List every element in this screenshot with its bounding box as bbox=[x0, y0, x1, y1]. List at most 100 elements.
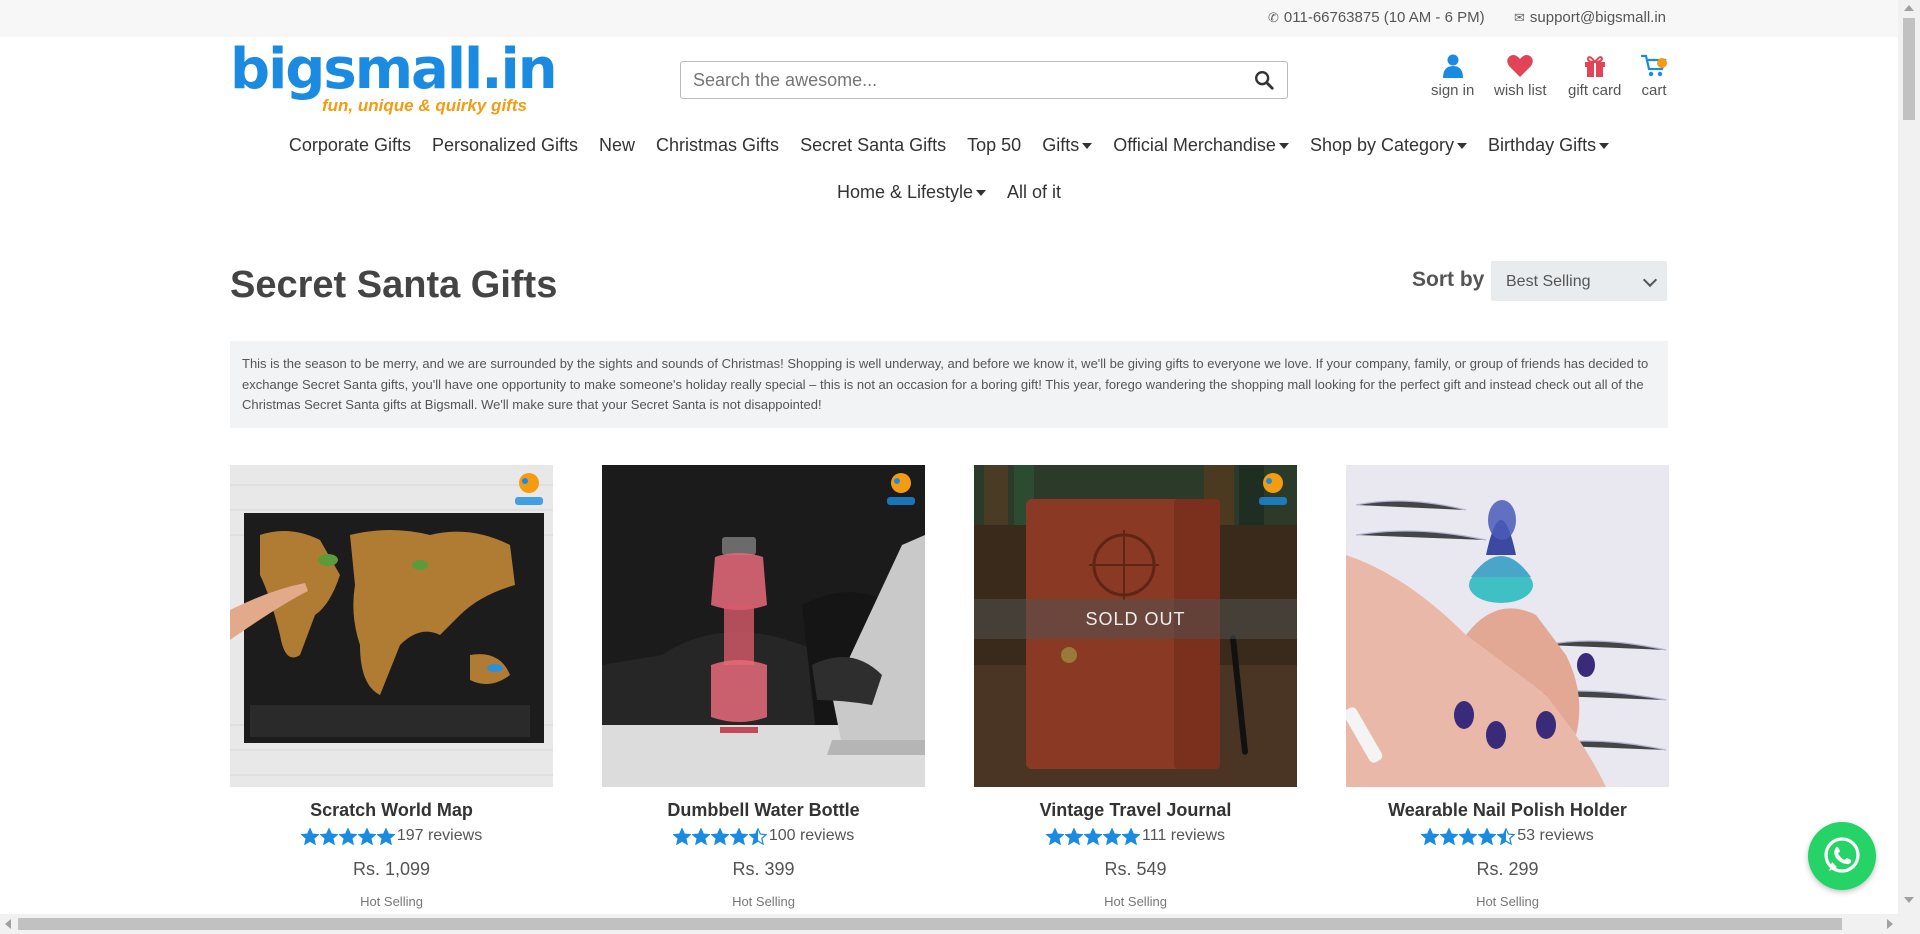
product-rating: 111 reviews bbox=[974, 827, 1297, 845]
review-count[interactable]: 53 reviews bbox=[1517, 827, 1593, 845]
product-price: Rs. 549 bbox=[1104, 859, 1167, 879]
search-icon[interactable] bbox=[1253, 69, 1275, 91]
email-contact[interactable]: ✉ support@bigsmall.in bbox=[1514, 9, 1666, 26]
cart-link[interactable]: cart bbox=[1640, 52, 1668, 99]
whatsapp-icon bbox=[1824, 837, 1860, 873]
nav-secret-santa-gifts[interactable]: Secret Santa Gifts bbox=[800, 135, 946, 156]
hot-selling-label: Hot Selling bbox=[1476, 894, 1539, 909]
sold-out-overlay: SOLD OUT bbox=[974, 599, 1297, 639]
wish-list-link[interactable]: wish list bbox=[1494, 52, 1547, 99]
star-half-icon bbox=[1497, 827, 1516, 845]
logo-wordmark: bigsmall.in bbox=[230, 37, 558, 102]
product-name[interactable]: Vintage Travel Journal bbox=[974, 800, 1297, 821]
brand-badge-icon bbox=[1259, 473, 1287, 505]
product-image[interactable] bbox=[1346, 465, 1669, 787]
product-card[interactable]: SOLD OUT Vintage Travel Journal 111 revi… bbox=[974, 465, 1297, 909]
product-name[interactable]: Wearable Nail Polish Holder bbox=[1346, 800, 1669, 821]
star-full-icon bbox=[1459, 827, 1478, 845]
product-price: Rs. 1,099 bbox=[352, 859, 431, 879]
nav-top-50[interactable]: Top 50 bbox=[967, 135, 1021, 156]
chevron-down-icon bbox=[1642, 272, 1658, 288]
gift-card-label: gift card bbox=[1568, 82, 1622, 99]
product-image[interactable] bbox=[602, 465, 925, 787]
main-nav-row-2: Home & Lifestyle All of it bbox=[0, 182, 1898, 203]
site-logo[interactable]: bigsmall.in fun, unique & quirky gifts bbox=[230, 37, 558, 120]
vertical-scrollbar[interactable] bbox=[1898, 0, 1920, 934]
star-full-icon bbox=[672, 827, 691, 845]
star-full-icon bbox=[1421, 827, 1440, 845]
phone-text: 011-66763875 (10 AM - 6 PM) bbox=[1283, 9, 1485, 26]
star-full-icon bbox=[1065, 827, 1083, 845]
product-card[interactable]: Wearable Nail Polish Holder 53 reviews R… bbox=[1346, 465, 1669, 909]
hot-selling-label: Hot Selling bbox=[360, 894, 423, 909]
nav-gifts[interactable]: Gifts bbox=[1042, 135, 1093, 156]
star-full-icon bbox=[710, 827, 729, 845]
product-rating: 53 reviews bbox=[1346, 827, 1669, 845]
star-rating bbox=[672, 827, 767, 845]
star-full-icon bbox=[1084, 827, 1102, 845]
star-rating bbox=[300, 827, 395, 845]
scroll-up-arrow-icon[interactable] bbox=[1904, 5, 1914, 11]
caret-down-icon bbox=[1457, 143, 1468, 150]
caret-down-icon bbox=[1278, 143, 1289, 150]
product-image[interactable]: SOLD OUT bbox=[974, 465, 1297, 787]
search-input[interactable] bbox=[681, 62, 1221, 98]
review-count[interactable]: 111 reviews bbox=[1142, 827, 1225, 845]
caret-down-icon bbox=[976, 190, 987, 197]
nav-shop-by-category[interactable]: Shop by Category bbox=[1310, 135, 1468, 156]
product-image[interactable] bbox=[230, 465, 553, 787]
nav-official-merchandise[interactable]: Official Merchandise bbox=[1113, 135, 1289, 156]
sort-value: Best Selling bbox=[1506, 273, 1591, 290]
phone-icon: ✆ bbox=[1268, 9, 1279, 25]
star-full-icon bbox=[1103, 827, 1121, 845]
hot-selling-label: Hot Selling bbox=[732, 894, 795, 909]
review-count[interactable]: 100 reviews bbox=[769, 827, 854, 845]
main-nav: Corporate Gifts Personalized Gifts New C… bbox=[0, 135, 1898, 156]
star-full-icon bbox=[338, 827, 357, 845]
sign-in-link[interactable]: sign in bbox=[1431, 52, 1474, 99]
star-full-icon bbox=[691, 827, 710, 845]
nav-christmas-gifts[interactable]: Christmas Gifts bbox=[656, 135, 779, 156]
product-name[interactable]: Dumbbell Water Bottle bbox=[602, 800, 925, 821]
scroll-right-arrow-icon[interactable] bbox=[1887, 919, 1893, 929]
horizontal-scrollbar[interactable] bbox=[0, 914, 1898, 934]
brand-badge-icon bbox=[887, 473, 915, 505]
star-full-icon bbox=[1478, 827, 1497, 845]
nav-new[interactable]: New bbox=[599, 135, 635, 156]
gift-card-link[interactable]: gift card bbox=[1568, 52, 1621, 99]
star-full-icon bbox=[376, 827, 395, 845]
nav-personalized-gifts[interactable]: Personalized Gifts bbox=[432, 135, 578, 156]
product-price: Rs. 299 bbox=[1476, 859, 1539, 879]
email-text: support@bigsmall.in bbox=[1529, 9, 1667, 26]
product-rating: 100 reviews bbox=[602, 827, 925, 845]
wish-list-label: wish list bbox=[1494, 82, 1547, 99]
product-card[interactable]: Dumbbell Water Bottle 100 reviews Rs. 39… bbox=[602, 465, 925, 909]
product-name[interactable]: Scratch World Map bbox=[230, 800, 553, 821]
cart-icon bbox=[1640, 52, 1668, 80]
sort-select[interactable]: Best Selling bbox=[1491, 261, 1667, 301]
scroll-left-arrow-icon[interactable] bbox=[5, 919, 11, 929]
product-rating: 197 reviews bbox=[230, 827, 553, 845]
gift-icon bbox=[1581, 52, 1609, 80]
nav-corporate-gifts[interactable]: Corporate Gifts bbox=[289, 135, 411, 156]
review-count[interactable]: 197 reviews bbox=[397, 827, 482, 845]
product-price: Rs. 399 bbox=[732, 859, 795, 879]
nav-birthday-gifts[interactable]: Birthday Gifts bbox=[1488, 135, 1610, 156]
product-card[interactable]: Scratch World Map 197 reviews Rs. 1,099 … bbox=[230, 465, 553, 909]
scrollbar-thumb[interactable] bbox=[1903, 18, 1915, 120]
star-half-icon bbox=[748, 827, 767, 845]
star-full-icon bbox=[1122, 827, 1140, 845]
phone-contact[interactable]: ✆ 011-66763875 (10 AM - 6 PM) bbox=[1268, 9, 1485, 26]
whatsapp-chat-button[interactable] bbox=[1808, 822, 1876, 890]
star-full-icon bbox=[300, 827, 319, 845]
scrollbar-thumb[interactable] bbox=[18, 918, 1842, 930]
scroll-down-arrow-icon[interactable] bbox=[1904, 897, 1914, 903]
nav-home-lifestyle[interactable]: Home & Lifestyle bbox=[837, 182, 987, 203]
star-rating bbox=[1046, 827, 1140, 845]
collection-description: This is the season to be merry, and we a… bbox=[230, 341, 1668, 428]
nav-all-of-it[interactable]: All of it bbox=[1007, 182, 1061, 203]
search-box bbox=[680, 61, 1288, 99]
heart-icon bbox=[1506, 52, 1534, 80]
star-full-icon bbox=[319, 827, 338, 845]
cart-label: cart bbox=[1641, 82, 1667, 99]
